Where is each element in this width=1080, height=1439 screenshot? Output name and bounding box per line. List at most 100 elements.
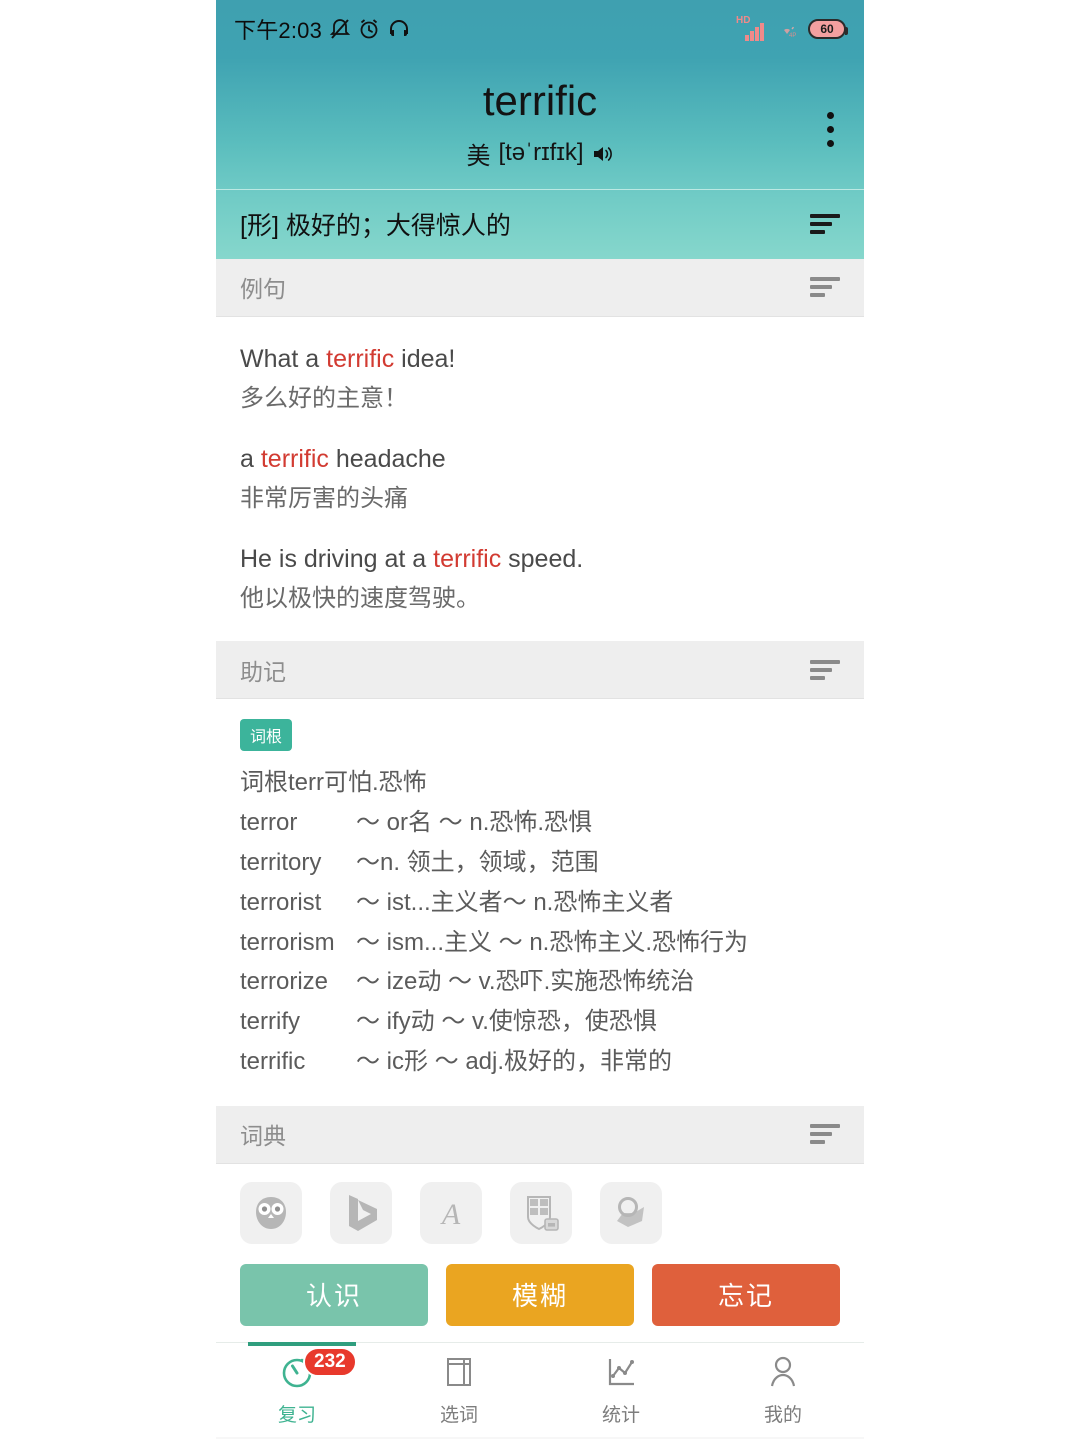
screenshot-root: 下午2:03 HD 4P 60 terrific 美 [təˈrɪfɪk] [形… bbox=[0, 0, 1080, 1439]
example-item: a terrific headache 非常厉害的头痛 bbox=[240, 441, 840, 517]
mnemonic-gloss: ～ ism...主义 ～ n.恐怖主义.恐怖行为 bbox=[356, 928, 749, 956]
book-icon bbox=[440, 1353, 478, 1396]
examples-section-header: 例句 bbox=[216, 258, 864, 317]
mnemonic-gloss: ～ ize动 ～ v.恐吓.实施恐怖统治 bbox=[356, 968, 695, 996]
svg-text:A: A bbox=[440, 1198, 461, 1231]
example-keyword: terrific bbox=[260, 444, 329, 473]
example-item: He is driving at a terrific speed. 他以极快的… bbox=[240, 541, 840, 617]
definition-strip: [形] 极好的；大得惊人的 bbox=[216, 188, 864, 259]
mnemonic-row: terrify ～ ify动 ～ v.使惊恐，使恐惧 bbox=[240, 1002, 840, 1042]
mute-icon bbox=[329, 17, 351, 41]
mnemonic-body: 词根 词根terr可怕.恐怖 terror ～ or名 ～ n.恐怖.恐惧 ter… bbox=[216, 699, 864, 1106]
script-a-dictionary-icon[interactable]: A bbox=[420, 1181, 482, 1244]
example-text-after: speed. bbox=[501, 545, 584, 574]
signal-icon: HD bbox=[736, 15, 766, 41]
mnemonic-gloss: ～ ic形 ～ adj.极好的，非常的 bbox=[356, 1048, 673, 1076]
example-text-before: He is driving at a bbox=[240, 545, 434, 574]
example-keyword: terrific bbox=[433, 545, 502, 574]
phonetic-text: [təˈrɪfɪk] bbox=[498, 139, 584, 167]
definition-text: [形] 极好的；大得惊人的 bbox=[240, 212, 511, 241]
know-button[interactable]: 认识 bbox=[240, 1263, 428, 1326]
mnemonic-word: terrify bbox=[240, 1008, 300, 1036]
mnemonic-row: territory ～n. 领土，领域，范围 bbox=[240, 843, 840, 883]
headphone-icon bbox=[387, 17, 411, 41]
example-item: What a terrific idea! 多么好的主意！ bbox=[240, 341, 840, 417]
hd-label: HD bbox=[736, 15, 751, 26]
mnemonic-word: territory bbox=[240, 848, 322, 876]
tab-wordlist-label: 选词 bbox=[439, 1404, 478, 1426]
mnemonic-gloss: ～ ify动 ～ v.使惊恐，使恐惧 bbox=[356, 1008, 657, 1036]
root-tag-badge: 词根 bbox=[240, 719, 293, 752]
mnemonic-row: terrorist ～ ist...主义者～ n.恐怖主义者 bbox=[240, 883, 840, 923]
kebab-menu-icon[interactable] bbox=[821, 106, 840, 153]
status-time: 下午2:03 bbox=[234, 18, 323, 43]
sort-icon[interactable] bbox=[810, 276, 840, 298]
alarm-icon bbox=[358, 17, 380, 41]
tab-statistics-label: 统计 bbox=[601, 1404, 640, 1426]
example-sentence-en: a terrific headache bbox=[240, 441, 840, 477]
example-text-before: a bbox=[240, 444, 261, 473]
mnemonic-row: terrorize ～ ize动 ～ v.恐吓.实施恐怖统治 bbox=[240, 962, 840, 1002]
chart-icon bbox=[602, 1353, 640, 1396]
mnemonic-word: terrific bbox=[240, 1048, 306, 1076]
tab-statistics[interactable]: 统计 bbox=[540, 1343, 702, 1427]
example-sentence-en: He is driving at a terrific speed. bbox=[240, 541, 840, 577]
battery-icon: 60 bbox=[808, 19, 848, 39]
sort-icon[interactable] bbox=[810, 213, 840, 235]
vague-button[interactable]: 模糊 bbox=[446, 1263, 634, 1326]
example-keyword: terrific bbox=[326, 344, 395, 373]
dictionary-section-header: 词典 bbox=[216, 1105, 864, 1164]
examples-list: What a terrific idea! 多么好的主意！ a terrific… bbox=[216, 316, 864, 642]
accent-label: 美 bbox=[466, 142, 491, 170]
mnemonic-row: terror ～ or名 ～ n.恐怖.恐惧 bbox=[240, 803, 840, 843]
tab-review[interactable]: 复习 232 bbox=[216, 1343, 378, 1427]
tab-profile[interactable]: 我的 bbox=[702, 1343, 864, 1427]
mnemonic-heading: 词根terr可怕.恐怖 bbox=[240, 769, 427, 797]
svg-text:4P: 4P bbox=[789, 33, 796, 38]
speaker-icon[interactable] bbox=[592, 143, 614, 163]
status-bar-right: HD 4P 60 bbox=[736, 15, 848, 41]
crest-dictionary-icon[interactable] bbox=[510, 1181, 572, 1244]
dictionary-list: A bbox=[216, 1163, 864, 1252]
mnemonic-word: terrorize bbox=[240, 968, 329, 996]
person-icon bbox=[764, 1353, 802, 1396]
mnemonic-row: terrific ～ ic形 ～ adj.极好的，非常的 bbox=[240, 1042, 840, 1082]
wifi-icon: 4P bbox=[776, 20, 798, 38]
example-sentence-en: What a terrific idea! bbox=[240, 341, 840, 377]
sort-icon[interactable] bbox=[810, 659, 840, 681]
review-count-badge: 232 bbox=[303, 1346, 357, 1377]
mnemonic-section-header: 助记 bbox=[216, 641, 864, 700]
examples-title: 例句 bbox=[240, 276, 286, 303]
mnemonic-title: 助记 bbox=[240, 658, 286, 685]
bing-dictionary-icon[interactable] bbox=[330, 1181, 392, 1244]
battery-level: 60 bbox=[820, 22, 834, 36]
example-sentence-cn: 多么好的主意！ bbox=[240, 384, 408, 412]
owl-dictionary-icon[interactable] bbox=[240, 1181, 302, 1244]
example-text-before: What a bbox=[240, 344, 327, 373]
word-header: terrific 美 [təˈrɪfɪk] bbox=[216, 58, 864, 189]
tab-profile-label: 我的 bbox=[763, 1404, 802, 1426]
tab-review-label: 复习 bbox=[277, 1404, 316, 1426]
example-text-after: idea! bbox=[394, 344, 456, 373]
mnemonic-gloss: ～n. 领土，领域，范围 bbox=[356, 848, 599, 876]
sort-icon[interactable] bbox=[810, 1123, 840, 1145]
mnemonic-gloss: ～ or名 ～ n.恐怖.恐惧 bbox=[356, 809, 593, 837]
phone-screen: 下午2:03 HD 4P 60 terrific 美 [təˈrɪfɪk] [形… bbox=[216, 0, 864, 1439]
mnemonic-word: terrorism bbox=[240, 928, 335, 956]
answer-buttons: 认识 模糊 忘记 bbox=[216, 1251, 864, 1342]
mnemonic-word: terrorist bbox=[240, 888, 322, 916]
status-bar-left: 下午2:03 bbox=[234, 13, 736, 45]
bottom-tab-bar: 复习 232 选词 统计 我的 bbox=[216, 1341, 864, 1437]
example-sentence-cn: 非常厉害的头痛 bbox=[240, 485, 408, 513]
pronunciation-row[interactable]: 美 [təˈrɪfɪk] bbox=[216, 136, 864, 171]
forget-button[interactable]: 忘记 bbox=[652, 1263, 840, 1326]
tab-wordlist[interactable]: 选词 bbox=[378, 1343, 540, 1427]
page-title: terrific bbox=[482, 77, 598, 124]
example-text-after: headache bbox=[328, 444, 446, 473]
magnifier-book-dictionary-icon[interactable] bbox=[600, 1181, 662, 1244]
mnemonic-word: terror bbox=[240, 809, 298, 837]
mnemonic-gloss: ～ ist...主义者～ n.恐怖主义者 bbox=[356, 888, 674, 916]
dictionary-title: 词典 bbox=[240, 1123, 286, 1150]
status-bar: 下午2:03 HD 4P 60 bbox=[216, 0, 864, 58]
mnemonic-row: terrorism ～ ism...主义 ～ n.恐怖主义.恐怖行为 bbox=[240, 923, 840, 963]
